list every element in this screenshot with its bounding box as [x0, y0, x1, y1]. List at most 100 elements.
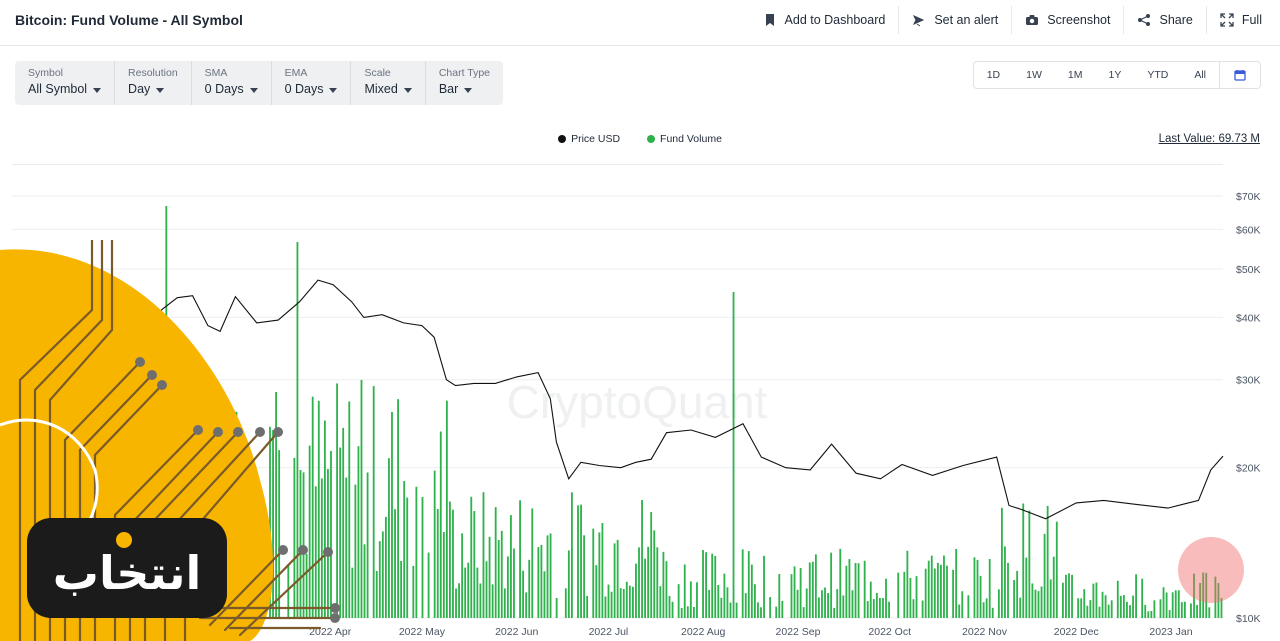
fund-volume-bar	[720, 597, 723, 618]
fund-volume-bar	[973, 557, 976, 618]
fund-volume-bar	[988, 559, 991, 618]
fund-volume-bar	[790, 574, 793, 618]
fund-volume-bar	[1037, 591, 1040, 618]
fund-volume-bar	[625, 581, 628, 618]
fund-volume-bar	[628, 585, 631, 618]
fund-volume-bar	[1065, 574, 1067, 618]
fund-volume-bar	[906, 550, 909, 618]
fund-volume-bar	[811, 561, 814, 618]
fund-volume-bar	[653, 530, 656, 618]
fund-volume-bar	[689, 581, 692, 618]
fund-volume-bar	[494, 507, 497, 618]
fund-volume-bar	[1031, 583, 1034, 618]
fund-volume-bar	[1135, 574, 1138, 618]
fund-volume-bar	[415, 486, 418, 618]
fund-volume-bar	[635, 563, 637, 618]
fund-volume-bar	[497, 539, 500, 618]
fund-volume-bar	[879, 598, 881, 618]
fund-volume-bar	[360, 380, 363, 618]
fund-volume-bar	[814, 554, 817, 618]
fund-volume-bar	[863, 560, 866, 618]
fund-volume-bar	[924, 568, 927, 618]
fund-volume-bar	[644, 558, 647, 618]
fund-volume-bar	[595, 565, 598, 618]
fund-volume-bar	[753, 584, 756, 618]
fund-volume-bar	[793, 566, 796, 618]
fund-volume-bar	[1116, 580, 1119, 618]
fund-volume-bar	[1040, 586, 1043, 618]
fund-volume-bar	[613, 543, 616, 618]
fund-volume-bar	[388, 458, 390, 618]
fund-volume-bar	[1083, 589, 1086, 618]
fund-volume-bar	[821, 590, 823, 618]
fund-volume-bar	[1174, 590, 1177, 618]
date-tick-label: 2022 Oct	[868, 626, 911, 638]
date-tick-label: 2022 May	[399, 626, 446, 638]
fund-volume-bar	[503, 588, 506, 618]
fund-volume-bar	[1007, 562, 1009, 618]
highlight-circle	[1178, 537, 1244, 603]
fund-volume-bar	[537, 547, 540, 618]
fund-volume-bar	[778, 574, 781, 618]
fund-volume-bar	[500, 530, 503, 618]
fund-volume-bar	[1119, 595, 1122, 618]
fund-volume-bar	[1055, 521, 1058, 618]
fund-volume-bar	[1086, 605, 1089, 618]
fund-volume-bar	[735, 602, 738, 618]
fund-volume-bar	[872, 599, 875, 618]
fund-volume-bar	[955, 548, 958, 618]
fund-volume-bar	[836, 589, 839, 618]
fund-volume-bar	[525, 592, 528, 618]
fund-volume-bar	[750, 564, 753, 618]
fund-volume-bar	[378, 541, 381, 618]
fund-volume-bar	[744, 593, 747, 618]
fund-volume-bar	[1019, 597, 1022, 618]
fund-volume-bar	[1016, 570, 1019, 618]
fund-volume-bar	[882, 597, 884, 618]
fund-volume-bar	[452, 509, 454, 618]
fund-volume-bar	[723, 573, 726, 618]
fund-volume-bar	[668, 595, 671, 618]
fund-volume-bar	[522, 570, 525, 618]
fund-volume-bar	[875, 592, 878, 618]
fund-volume-bar	[375, 570, 378, 618]
fund-volume-bar	[866, 601, 869, 618]
fund-volume-bar	[830, 552, 833, 618]
fund-volume-bar	[1144, 604, 1147, 618]
fund-volume-bar	[796, 589, 799, 618]
fund-volume-bar	[683, 564, 686, 618]
fund-volume-bar	[985, 598, 988, 618]
fund-volume-bar	[436, 508, 439, 618]
fund-volume-bar	[1052, 556, 1055, 618]
fund-volume-bar	[400, 560, 403, 618]
fund-volume-bar	[510, 515, 512, 618]
fund-volume-bar	[647, 546, 650, 618]
fund-volume-bar	[824, 587, 826, 618]
watermark: CryptoQuant	[507, 376, 768, 428]
fund-volume-bar	[381, 531, 384, 618]
fund-volume-bar	[607, 584, 610, 618]
fund-volume-bar	[650, 512, 653, 618]
fund-volume-bar	[939, 564, 942, 618]
fund-volume-bar	[1046, 505, 1049, 618]
fund-volume-bar	[671, 601, 674, 618]
fund-volume-bar	[366, 472, 369, 618]
date-tick-label: 2022 Jul	[589, 626, 629, 638]
fund-volume-bar	[1080, 598, 1083, 618]
logo-text: انتخاب	[53, 546, 201, 600]
fund-volume-bar	[1061, 582, 1064, 618]
fund-volume-bar	[903, 571, 906, 618]
fund-volume-bar	[967, 595, 970, 618]
fund-volume-bar	[1129, 605, 1131, 618]
fund-volume-bar	[604, 596, 607, 618]
fund-volume-bar	[485, 561, 488, 618]
fund-volume-bar	[927, 560, 930, 618]
fund-volume-bar	[677, 584, 680, 618]
fund-volume-bar	[979, 575, 982, 618]
fund-volume-bar	[1190, 603, 1192, 618]
fund-volume-bar	[1000, 507, 1003, 618]
fund-volume-bar	[394, 509, 396, 618]
fund-volume-bar	[1147, 611, 1150, 618]
fund-volume-bar	[1171, 592, 1174, 618]
fund-volume-bar	[476, 567, 479, 618]
